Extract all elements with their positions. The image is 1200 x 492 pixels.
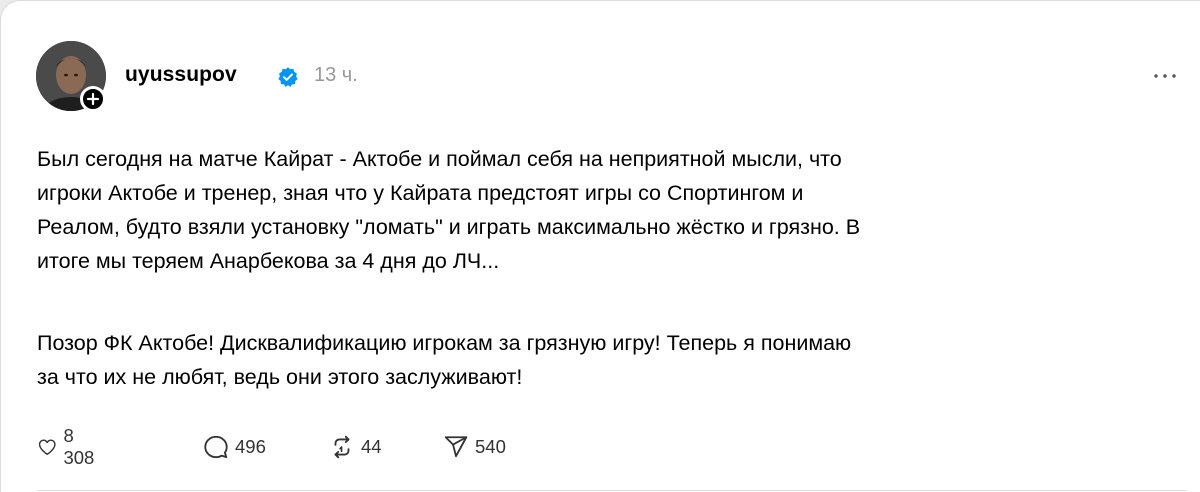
comment-count: 496 [235, 436, 266, 457]
repost-button[interactable]: 44 [329, 429, 382, 465]
text-line: итоге мы теряем Анарбекова за 4 дня до Л… [37, 249, 500, 273]
text-line: за что их не любят, ведь они этого заслу… [37, 365, 523, 389]
post-card: uyussupov 13 ч. Был сегодня на матче Кай… [0, 0, 1200, 492]
text-line: игроки Актобе и тренер, зная что у Кайра… [37, 181, 804, 205]
like-button[interactable]: 8 308 [37, 425, 100, 468]
username[interactable]: uyussupov [125, 63, 237, 87]
post-timestamp[interactable]: 13 ч. [314, 64, 358, 87]
plus-icon [86, 92, 100, 106]
post-paragraph: Позор ФК Актобе! Дисквалификацию игрокам… [37, 326, 1177, 394]
share-count: 540 [475, 436, 506, 457]
avatar-container[interactable] [36, 41, 106, 112]
post-paragraph: Был сегодня на матче Кайрат - Актобе и п… [37, 142, 1177, 278]
comment-bubble-icon [204, 435, 228, 459]
heart-icon [38, 439, 56, 455]
send-icon [444, 436, 468, 458]
text-line: Реалом, будто взяли установку "ломать" и… [37, 215, 861, 239]
like-count: 8 308 [63, 425, 95, 468]
share-button[interactable]: 540 [443, 429, 506, 465]
repost-icon [334, 435, 350, 459]
repost-count: 44 [361, 436, 382, 457]
follow-button[interactable] [80, 86, 106, 112]
divider [37, 490, 1187, 491]
more-horizontal-icon[interactable] [1149, 63, 1181, 87]
text-line: Был сегодня на матче Кайрат - Актобе и п… [37, 147, 842, 171]
comment-button[interactable]: 496 [203, 429, 266, 465]
text-line: Позор ФК Актобе! Дисквалификацию игрокам… [37, 331, 852, 355]
verified-badge-icon [278, 67, 298, 87]
